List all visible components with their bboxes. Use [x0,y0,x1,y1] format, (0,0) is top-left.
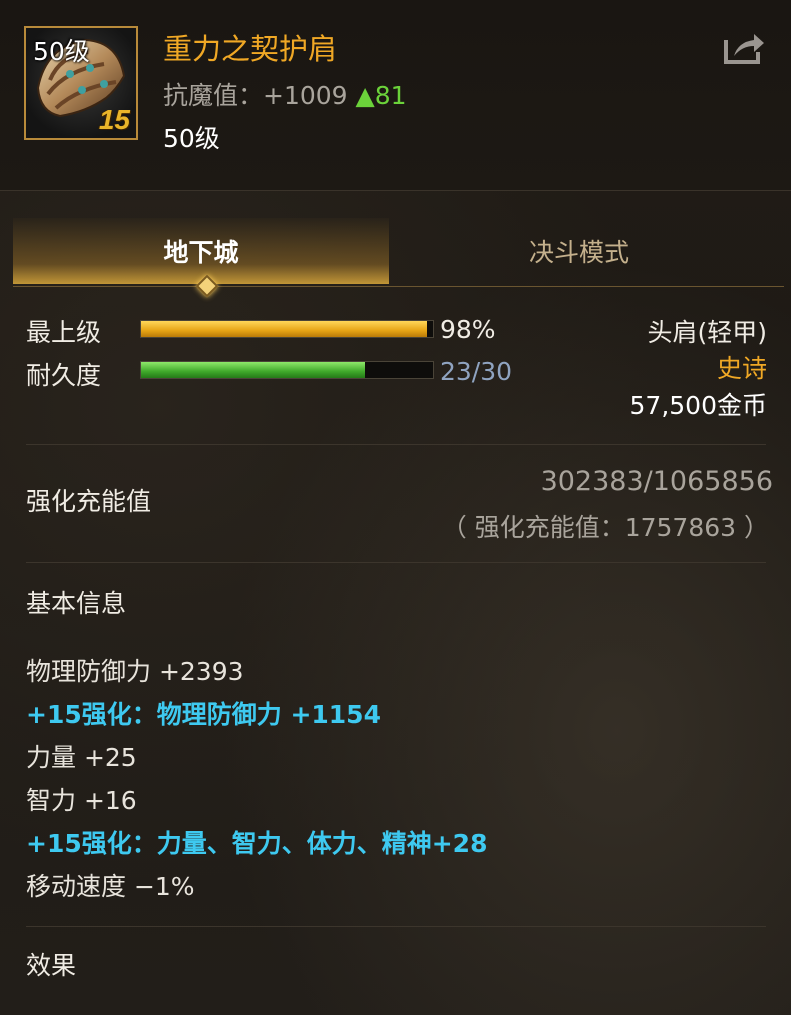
enhance-stat-line: +15强化：力量、智力、体力、精神+28 [26,829,488,858]
magic-resist-delta: ▲81 [355,81,407,110]
equip-slot: 头肩(轻甲) [647,318,767,347]
divider [26,926,766,927]
rarity-label: 史诗 [716,354,767,383]
quality-value: 98% [440,315,496,344]
enhancement-badge: 15 [98,104,130,135]
charge-total: （ 强化充能值：1757863 ） [441,513,769,542]
divider [26,444,766,445]
magic-resist-line: 抗魔值：+1009 ▲81 [163,76,407,112]
magic-resist-label: 抗魔值： [163,81,264,110]
item-header: 50级 15 重力之契护肩 抗魔值：+1009 ▲81 50级 [0,0,791,191]
quality-bar-fill [141,321,428,337]
effects-title: 效果 [26,951,77,980]
enhance-stat-line: +15强化：物理防御力 +1154 [26,700,381,729]
tab-duel-mode[interactable]: 决斗模式 [391,218,767,284]
stat-line: 移动速度 −1% [26,872,195,901]
magic-resist-value: +1009 [263,81,348,110]
charge-label: 强化充能值 [26,487,152,516]
stat-line: 智力 +16 [26,786,137,815]
share-icon[interactable] [722,30,766,66]
basic-info-title: 基本信息 [26,589,127,618]
item-tooltip-panel: 50级 15 重力之契护肩 抗魔值：+1009 ▲81 50级 地下城 决斗模式… [0,0,791,1015]
quality-label: 最上级 [26,318,102,347]
charge-value: 302383/1065856 [540,466,773,497]
durability-bar [140,361,434,379]
item-icon-frame: 50级 15 [24,26,138,140]
durability-label: 耐久度 [26,361,102,390]
quality-bar [140,320,434,338]
divider [26,562,766,563]
tab-dungeon[interactable]: 地下城 [13,218,389,284]
durability-value: 23/30 [440,357,513,386]
durability-bar-fill [141,362,365,378]
stat-line: 力量 +25 [26,743,137,772]
mode-tabs: 地下城 决斗模式 [13,218,784,298]
sell-price: 57,500金币 [629,391,767,420]
item-icon-level: 50级 [33,37,90,66]
item-name: 重力之契护肩 [163,32,338,66]
stat-line: 物理防御力 +2393 [26,657,244,686]
item-level: 50级 [163,124,220,153]
